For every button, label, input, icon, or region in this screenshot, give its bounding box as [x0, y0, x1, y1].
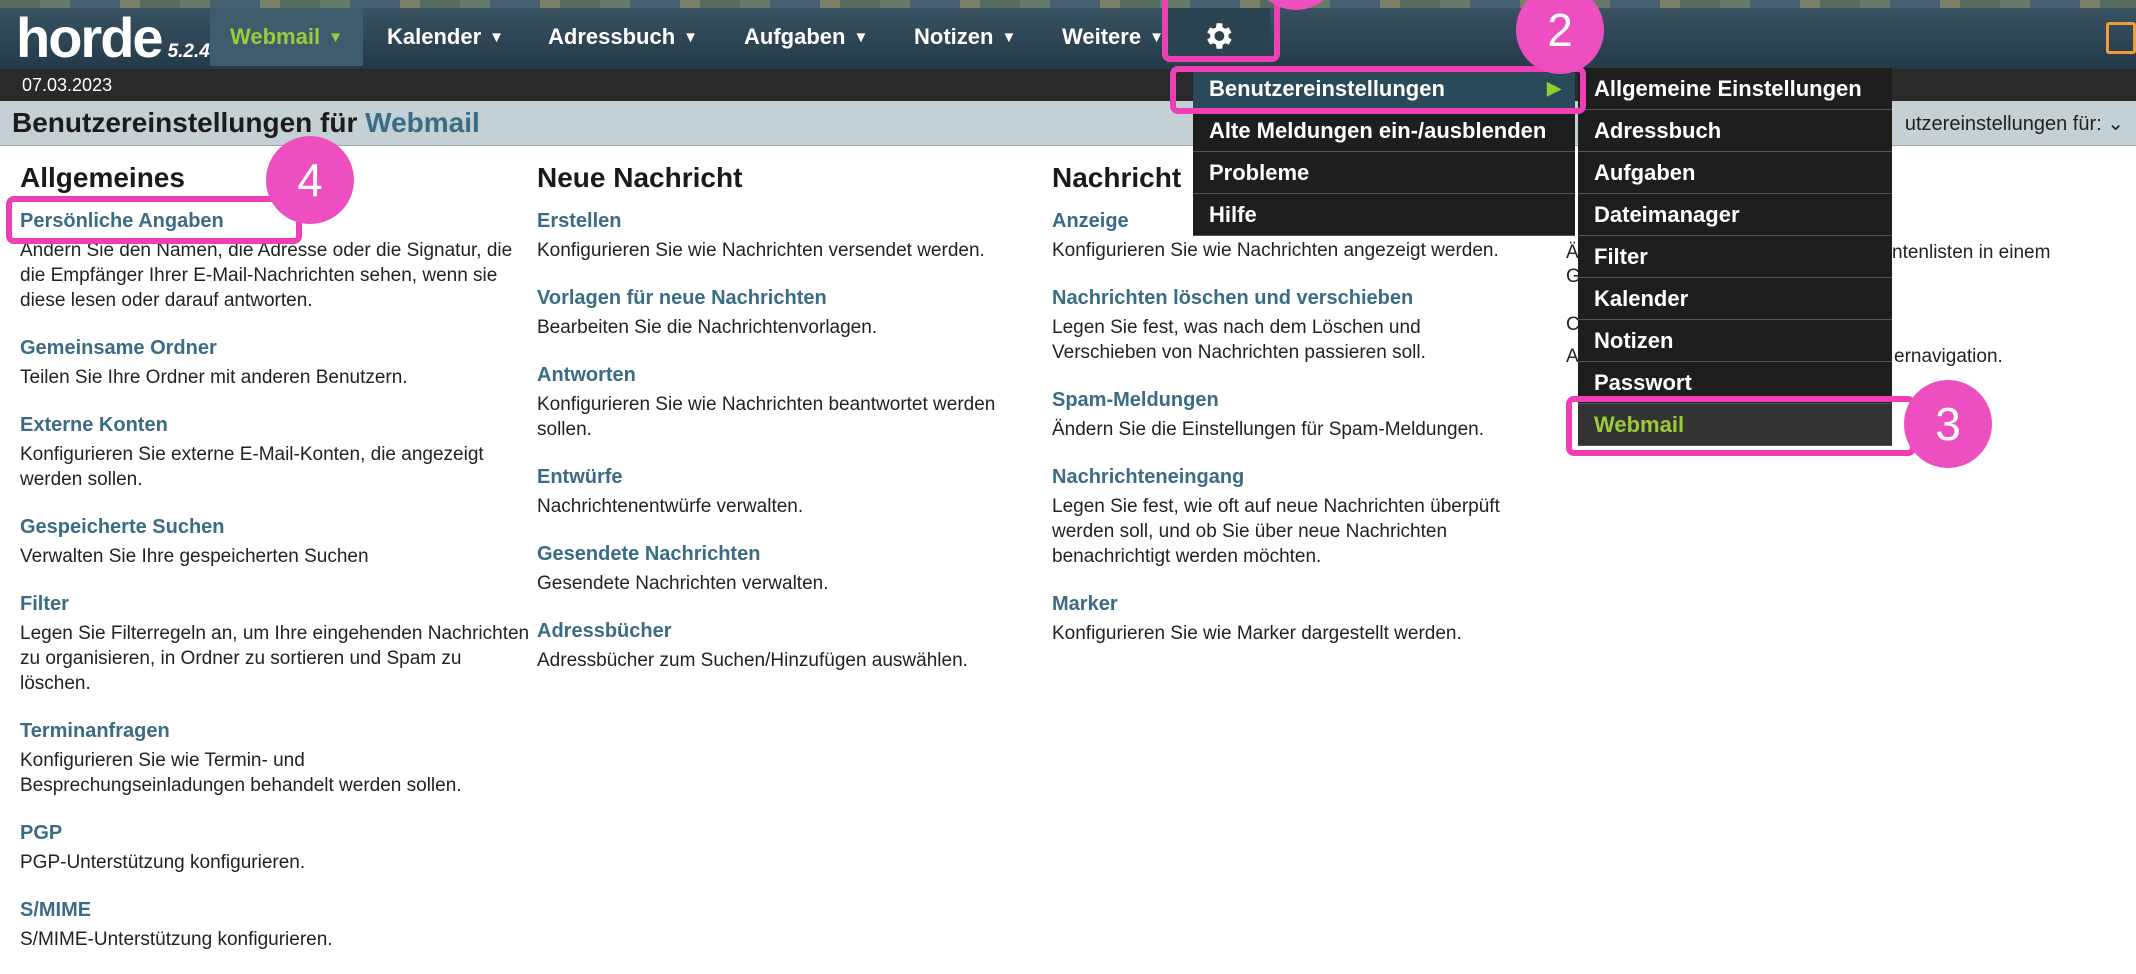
chevron-down-icon: ▼	[683, 28, 699, 46]
hidden-column-text: A	[1566, 346, 1579, 367]
pref-item: Gespeicherte Suchen Verwalten Sie Ihre ge…	[20, 514, 530, 569]
pref-item: PGP PGP-Unterstützung konfigurieren.	[20, 820, 530, 875]
submenu-item-notizen[interactable]: Notizen	[1578, 320, 1892, 362]
logout-icon[interactable]	[2106, 22, 2136, 54]
pref-link-gemeinsame-ordner[interactable]: Gemeinsame Ordner	[20, 335, 530, 361]
pref-item: Gemeinsame Ordner Teilen Sie Ihre Ordner …	[20, 335, 530, 390]
pref-item: Marker Konfigurieren Sie wie Marker darge…	[1052, 591, 1522, 646]
column-allgemeines: Allgemeines Persönliche Angaben Ändern Si…	[20, 162, 530, 974]
submenu-item-filter[interactable]: Filter	[1578, 236, 1892, 278]
nav-webmail[interactable]: Webmail ▼	[210, 8, 363, 66]
submenu-item-adressbuch[interactable]: Adressbuch	[1578, 110, 1892, 152]
pref-description: PGP-Unterstützung konfigurieren.	[20, 852, 306, 873]
submenu-item-allgemeine-einstellungen[interactable]: Allgemeine Einstellungen	[1578, 68, 1892, 110]
hidden-column-text: Ä	[1566, 242, 1579, 263]
pref-description: Ändern Sie den Namen, die Adresse oder d…	[20, 240, 513, 311]
pref-item: Terminanfragen Konfigurieren Sie wie Term…	[20, 718, 530, 798]
highlight-persoenliche-angaben	[6, 196, 302, 244]
submenu-item-kalender[interactable]: Kalender	[1578, 278, 1892, 320]
pref-description: Nachrichtenentwürfe verwalten.	[537, 496, 804, 517]
pref-description: Legen Sie fest, was nach dem Löschen und…	[1052, 317, 1426, 363]
pref-item: Erstellen Konfigurieren Sie wie Nachricht…	[537, 208, 1047, 263]
page-title: Benutzereinstellungen für Webmail	[12, 107, 480, 138]
section-heading: Neue Nachricht	[537, 162, 743, 193]
preferences-submenu: Allgemeine Einstellungen Adressbuch Aufg…	[1578, 68, 1892, 446]
chevron-down-icon: ▼	[853, 28, 869, 46]
pref-description: Verwalten Sie Ihre gespeicherten Suchen	[20, 546, 369, 567]
pref-link-gesendete-nachrichten[interactable]: Gesendete Nachrichten	[537, 541, 1047, 567]
nav-aufgaben[interactable]: Aufgaben ▼	[744, 8, 868, 66]
pref-link-spam-meldungen[interactable]: Spam-Meldungen	[1052, 387, 1522, 413]
pref-link-smime[interactable]: S/MIME	[20, 897, 530, 923]
hidden-column-text: ntenlisten in einem	[1892, 242, 2051, 263]
nav-weitere[interactable]: Weitere ▼	[1062, 8, 1164, 66]
pref-item: Gesendete Nachrichten Gesendete Nachricht…	[537, 541, 1047, 596]
pref-link-terminanfragen[interactable]: Terminanfragen	[20, 718, 530, 744]
pref-link-gespeicherte-suchen[interactable]: Gespeicherte Suchen	[20, 514, 530, 540]
pref-link-pgp[interactable]: PGP	[20, 820, 530, 846]
pref-description: Adressbücher zum Suchen/Hinzufügen auswä…	[537, 650, 968, 671]
pref-description: Bearbeiten Sie die Nachrichtenvorlagen.	[537, 317, 878, 338]
highlight-gear	[1162, 0, 1280, 62]
menu-item-hilfe[interactable]: Hilfe	[1193, 194, 1575, 236]
column-neue-nachricht: Neue Nachricht Erstellen Konfigurieren Si…	[537, 162, 1047, 695]
pref-link-adressbuecher[interactable]: Adressbücher	[537, 618, 1047, 644]
pref-description: Konfigurieren Sie wie Termin- und Bespre…	[20, 750, 462, 796]
pref-item: Vorlagen für neue Nachrichten Bearbeiten …	[537, 285, 1047, 340]
pref-item: S/MIME S/MIME-Unterstützung konfigurieren…	[20, 897, 530, 952]
annotation-badge-3: 3	[1904, 380, 1992, 468]
column-nachricht: Nachricht Anzeige Konfigurieren Sie wie N…	[1052, 162, 1522, 668]
pref-description: Konfigurieren Sie wie Marker dargestellt…	[1052, 623, 1462, 644]
pref-link-loeschen-verschieben[interactable]: Nachrichten löschen und verschieben	[1052, 285, 1522, 311]
hidden-column-text: ernavigation.	[1894, 346, 2003, 367]
pref-link-externe-konten[interactable]: Externe Konten	[20, 412, 530, 438]
menu-item-alte-meldungen[interactable]: Alte Meldungen ein-/ausblenden	[1193, 110, 1575, 152]
pref-description: Gesendete Nachrichten verwalten.	[537, 573, 829, 594]
chevron-down-icon: ⌄	[2107, 113, 2124, 135]
pref-item: Entwürfe Nachrichtenentwürfe verwalten.	[537, 464, 1047, 519]
pref-link-erstellen[interactable]: Erstellen	[537, 208, 1047, 234]
chevron-down-icon: ▼	[1001, 28, 1017, 46]
highlight-webmail	[1566, 396, 1916, 456]
nav-notizen[interactable]: Notizen ▼	[914, 8, 1016, 66]
pref-description: Konfigurieren Sie wie Nachrichten beantw…	[537, 394, 996, 440]
pref-description: S/MIME-Unterstützung konfigurieren.	[20, 929, 333, 950]
pref-description: Teilen Sie Ihre Ordner mit anderen Benut…	[20, 367, 408, 388]
pref-description: Ändern Sie die Einstellungen für Spam-Me…	[1052, 419, 1484, 440]
chevron-down-icon: ▼	[328, 28, 343, 46]
pref-item: Adressbücher Adressbücher zum Suchen/Hinz…	[537, 618, 1047, 673]
pref-item: Filter Legen Sie Filterregeln an, um Ihre…	[20, 591, 530, 696]
pref-description: Konfigurieren Sie wie Nachrichten versen…	[537, 240, 985, 261]
pref-description: Legen Sie fest, wie oft auf neue Nachric…	[1052, 496, 1500, 567]
pref-link-nachrichteneingang[interactable]: Nachrichteneingang	[1052, 464, 1522, 490]
pref-item: Spam-Meldungen Ändern Sie die Einstellung…	[1052, 387, 1522, 442]
pref-item: Antworten Konfigurieren Sie wie Nachricht…	[537, 362, 1047, 442]
submenu-item-dateimanager[interactable]: Dateimanager	[1578, 194, 1892, 236]
pref-link-vorlagen[interactable]: Vorlagen für neue Nachrichten	[537, 285, 1047, 311]
pref-description: Legen Sie Filterregeln an, um Ihre einge…	[20, 623, 530, 694]
pref-item: Nachrichteneingang Legen Sie fest, wie of…	[1052, 464, 1522, 569]
submenu-item-aufgaben[interactable]: Aufgaben	[1578, 152, 1892, 194]
top-navigation-bar: horde 5.2.4 Webmail ▼ Kalender ▼ Adressbuch…	[0, 0, 2136, 69]
nav-kalender[interactable]: Kalender ▼	[387, 8, 504, 66]
current-date: 07.03.2023	[22, 75, 113, 95]
annotation-badge-4: 4	[266, 136, 354, 224]
pref-description: Konfigurieren Sie wie Nachrichten angeze…	[1052, 240, 1499, 261]
pref-link-entwuerfe[interactable]: Entwürfe	[537, 464, 1047, 490]
pref-item: Externe Konten Konfigurieren Sie externe …	[20, 412, 530, 492]
pref-item: Nachrichten löschen und verschieben Legen…	[1052, 285, 1522, 365]
pref-link-antworten[interactable]: Antworten	[537, 362, 1047, 388]
pref-link-marker[interactable]: Marker	[1052, 591, 1522, 617]
highlight-benutzereinstellungen	[1170, 66, 1586, 114]
menu-item-probleme[interactable]: Probleme	[1193, 152, 1575, 194]
chevron-down-icon: ▼	[489, 28, 505, 46]
pref-link-filter[interactable]: Filter	[20, 591, 530, 617]
prefs-app-select[interactable]: utzereinstellungen für: ⌄	[1905, 111, 2124, 136]
pref-description: Konfigurieren Sie externe E-Mail-Konten,…	[20, 444, 484, 490]
nav-adressbuch[interactable]: Adressbuch ▼	[548, 8, 698, 66]
